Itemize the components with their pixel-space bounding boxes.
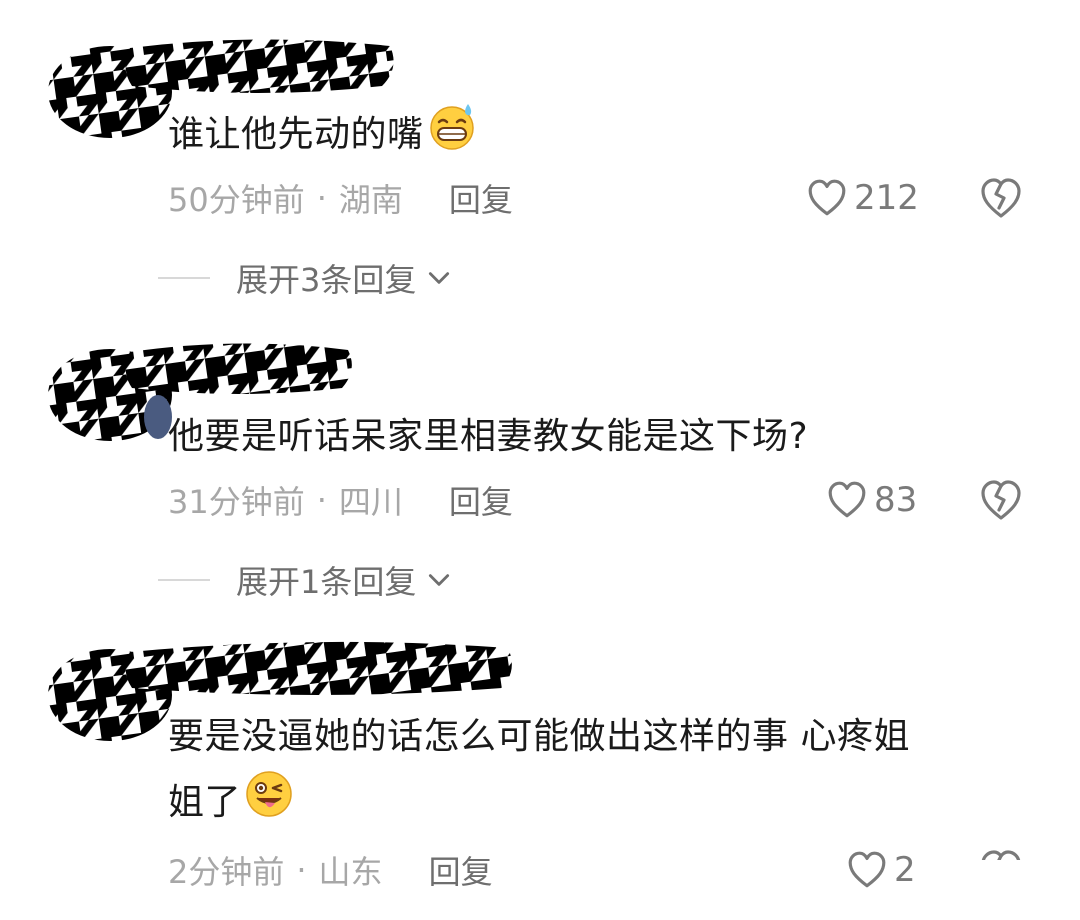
comment-time: 2分钟前 — [168, 853, 285, 891]
reply-button[interactable]: 回复 — [429, 847, 493, 893]
comment-time: 31分钟前 — [168, 483, 305, 521]
expand-replies-label: 展开3条回复 — [236, 261, 417, 299]
chevron-down-icon — [426, 265, 452, 291]
like-button[interactable]: 83 — [826, 480, 917, 520]
meta-separator: · — [316, 179, 327, 217]
comment-location: 山东 — [318, 853, 383, 891]
comment-meta: 31分钟前 · 四川 回复 — [168, 477, 513, 523]
heart-outline-icon — [826, 479, 868, 521]
comment-text-line: 姐了 — [168, 768, 910, 840]
heart-outline-icon — [806, 177, 848, 219]
comment-list: 谁让他先动的嘴 50分钟前 · 湖南 回复 212 展开3条回复 他要是听话呆家… — [0, 0, 1080, 920]
reply-button[interactable]: 回复 — [449, 477, 513, 523]
username-mask-icon[interactable] — [120, 28, 400, 98]
comment-location: 湖南 — [338, 181, 403, 219]
comment-text-line: 要是没逼她的话怎么可能做出这样的事 心疼姐 — [168, 716, 910, 757]
comment-meta: 2分钟前 · 山东 回复 — [168, 847, 493, 893]
comment-meta: 50分钟前 · 湖南 回复 — [168, 175, 513, 221]
comment-time: 50分钟前 — [168, 181, 305, 219]
watermark-fade — [910, 860, 1080, 920]
expand-replies-label: 展开1条回复 — [236, 563, 417, 601]
chevron-down-icon — [426, 567, 452, 593]
like-button[interactable]: 2 — [846, 850, 916, 890]
heart-outline-icon — [846, 849, 888, 891]
comment-text-body: 姐了 — [168, 782, 242, 823]
expand-replies-button[interactable]: 展开3条回复 — [158, 258, 452, 299]
like-count: 83 — [874, 480, 918, 520]
meta-separator: · — [296, 851, 307, 889]
comment-text-body: 他要是听话呆家里相妻教女能是这下场? — [168, 416, 809, 457]
expand-replies-button[interactable]: 展开1条回复 — [158, 560, 452, 601]
broken-heart-icon[interactable] — [978, 478, 1024, 522]
grinning-sweat-emoji-icon — [426, 100, 478, 172]
comment-text: 他要是听话呆家里相妻教女能是这下场? — [168, 406, 808, 468]
comment-location: 四川 — [338, 483, 403, 521]
reply-button[interactable]: 回复 — [449, 175, 513, 221]
username-mask-icon[interactable] — [120, 630, 520, 700]
comment-text: 要是没逼她的话怎么可能做出这样的事 心疼姐 姐了 — [168, 706, 910, 840]
divider-line — [158, 277, 210, 279]
meta-separator: · — [316, 481, 327, 519]
comment-text-body: 谁让他先动的嘴 — [168, 114, 424, 155]
like-button[interactable]: 212 — [806, 178, 919, 218]
username-mask-icon[interactable] — [120, 330, 360, 400]
comment-text: 谁让他先动的嘴 — [168, 100, 478, 172]
winking-tongue-emoji-icon — [243, 768, 295, 840]
broken-heart-icon[interactable] — [978, 176, 1024, 220]
divider-line — [158, 579, 210, 581]
like-count: 212 — [854, 178, 919, 218]
